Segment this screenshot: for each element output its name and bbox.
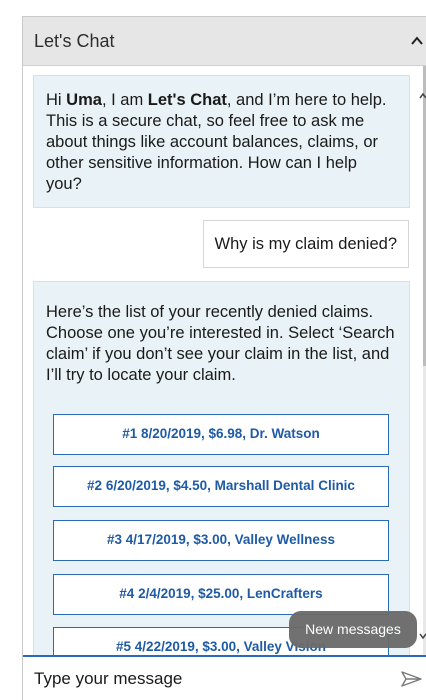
chat-header: Let's Chat — [23, 17, 426, 66]
chevron-up-icon[interactable] — [409, 35, 425, 47]
send-icon[interactable] — [401, 670, 423, 688]
bot-message-greeting: Hi Uma, I am Let's Chat, and I’m here to… — [33, 75, 410, 208]
bot-name: Let's Chat — [147, 91, 227, 109]
claim-option-3[interactable]: #3 4/17/2019, $3.00, Valley Wellness — [53, 520, 389, 561]
greeting-i-am: , I am — [101, 91, 148, 109]
greeting-hi: Hi — [46, 91, 67, 109]
chat-window: Let's Chat Hi Uma, I am Let's Chat, and … — [22, 16, 426, 700]
user-message: Why is my claim denied? — [202, 220, 409, 268]
message-list[interactable]: Hi Uma, I am Let's Chat, and I’m here to… — [23, 66, 426, 655]
new-messages-pill[interactable]: New messages — [289, 611, 417, 648]
claim-option-2[interactable]: #2 6/20/2019, $4.50, Marshall Dental Cli… — [53, 466, 389, 507]
bot-message-denied-claims: Here’s the list of your recently denied … — [33, 281, 410, 655]
claim-option-4[interactable]: #4 2/4/2019, $25.00, LenCrafters — [53, 574, 389, 615]
denied-claims-intro: Here’s the list of your recently denied … — [46, 303, 395, 384]
scroll-down-icon[interactable] — [419, 632, 426, 640]
chat-title: Let's Chat — [34, 31, 115, 51]
scroll-up-icon[interactable] — [419, 92, 426, 100]
message-composer — [23, 655, 426, 700]
claim-option-1[interactable]: #1 8/20/2019, $6.98, Dr. Watson — [53, 414, 389, 455]
user-name: Uma — [66, 91, 102, 109]
message-input[interactable] — [34, 665, 374, 693]
